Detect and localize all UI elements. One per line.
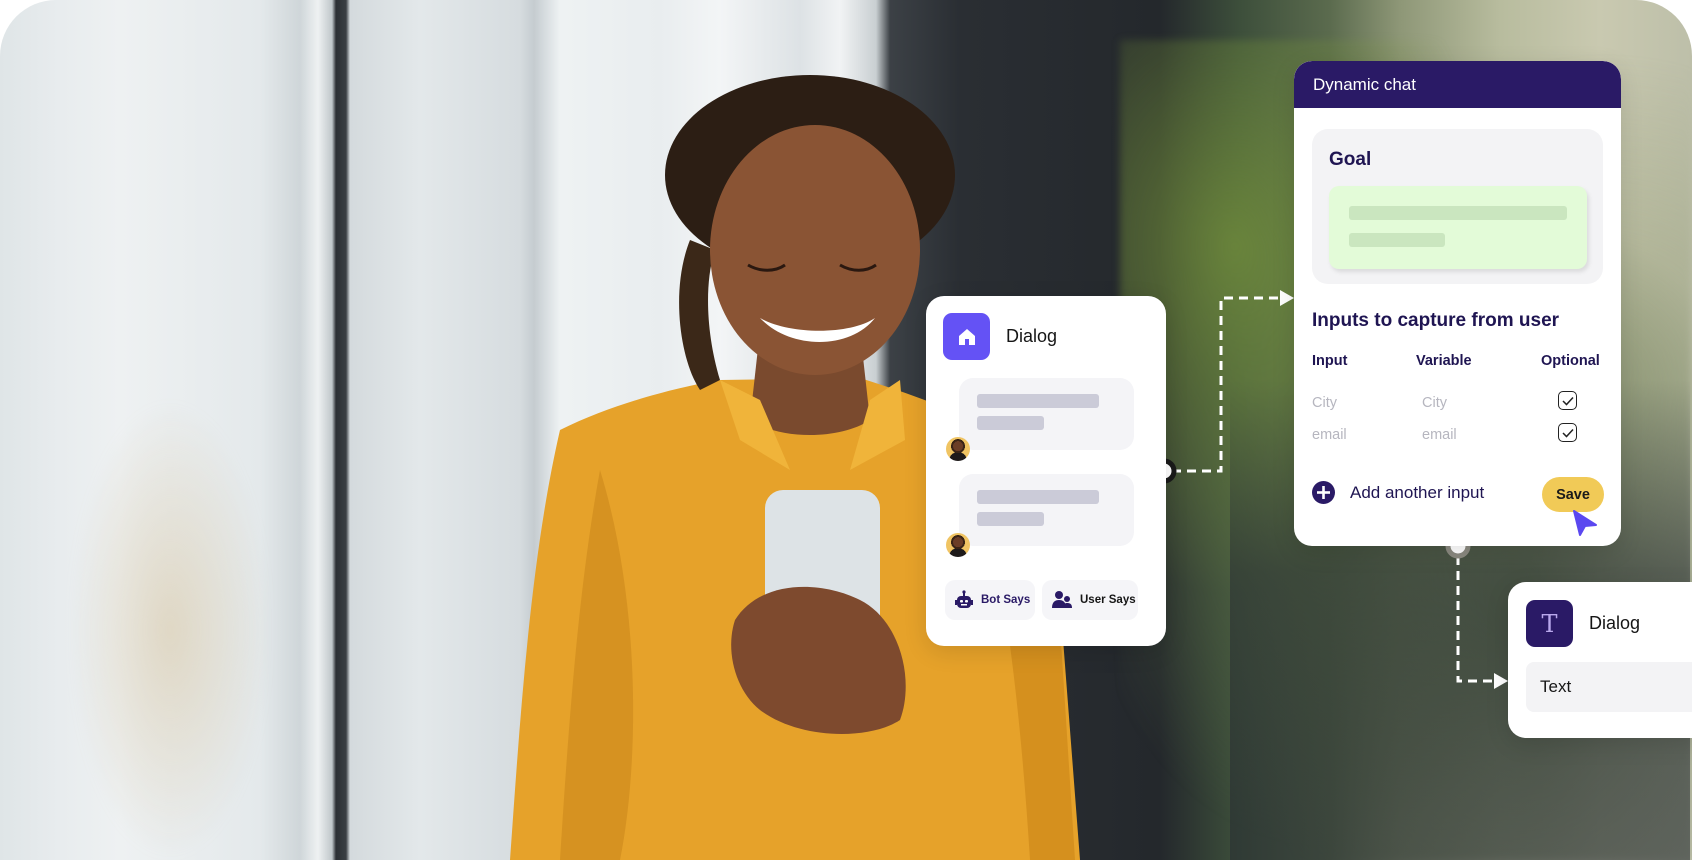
inputs-section-title: Inputs to capture from user: [1312, 310, 1560, 331]
goal-title: Goal: [1329, 149, 1372, 170]
dynamic-chat-title: Dynamic chat: [1313, 74, 1416, 94]
add-another-input-label: Add another input: [1350, 482, 1485, 502]
optional-checkbox[interactable]: [1558, 423, 1577, 442]
user-avatar: [946, 437, 970, 461]
dynamic-chat-card: Dynamic chat Goal Inputs to capture from…: [1294, 61, 1621, 546]
text-icon: T: [1526, 600, 1573, 647]
dialog-card-title: Dialog: [1006, 326, 1058, 346]
dialog-card[interactable]: Dialog Bot Says User Says: [926, 296, 1166, 646]
placeholder-line: [977, 416, 1044, 430]
check-icon: [1561, 396, 1574, 406]
column-header-variable: Variable: [1416, 353, 1472, 369]
placeholder-line: [977, 490, 1099, 504]
bot-says-label: Bot Says: [981, 594, 1031, 606]
message-bubble: [959, 378, 1134, 450]
dialog-card-header: Dialog: [943, 313, 1057, 360]
user-says-label: User Says: [1080, 594, 1136, 606]
save-button[interactable]: Save: [1542, 477, 1604, 512]
input-cell[interactable]: City: [1312, 395, 1337, 411]
column-header-input: Input: [1312, 353, 1348, 369]
goal-text-area[interactable]: [1329, 186, 1587, 269]
home-icon: [943, 313, 990, 360]
bot-says-chip[interactable]: Bot Says: [945, 580, 1035, 620]
placeholder-line: [1349, 233, 1445, 247]
dialog-card-text-title: Dialog: [1589, 613, 1641, 633]
text-field[interactable]: Text: [1526, 662, 1692, 712]
message-bubble: [959, 474, 1134, 546]
user-avatar: [946, 533, 970, 557]
column-header-optional: Optional: [1541, 353, 1600, 369]
variable-cell[interactable]: City: [1422, 395, 1447, 411]
optional-checkbox[interactable]: [1558, 391, 1577, 410]
placeholder-line: [1349, 206, 1567, 220]
input-cell[interactable]: email: [1312, 427, 1347, 443]
add-another-input-button[interactable]: Add another input: [1312, 481, 1484, 504]
check-icon: [1561, 428, 1574, 438]
variable-cell[interactable]: email: [1422, 427, 1457, 443]
robot-icon: [955, 590, 973, 608]
plus-icon: [1312, 481, 1335, 504]
dialog-card-text[interactable]: T Dialog Text: [1508, 582, 1692, 738]
placeholder-line: [977, 512, 1044, 526]
blurred-window-view: [70, 400, 270, 860]
dialog-card-text-header: T Dialog: [1526, 600, 1640, 647]
user-says-chip[interactable]: User Says: [1042, 580, 1138, 620]
placeholder-line: [977, 394, 1099, 408]
goal-section: Goal: [1312, 129, 1603, 284]
dynamic-chat-header: Dynamic chat: [1294, 61, 1621, 108]
users-icon: [1052, 591, 1072, 608]
mouse-pointer-icon: [1573, 510, 1597, 536]
